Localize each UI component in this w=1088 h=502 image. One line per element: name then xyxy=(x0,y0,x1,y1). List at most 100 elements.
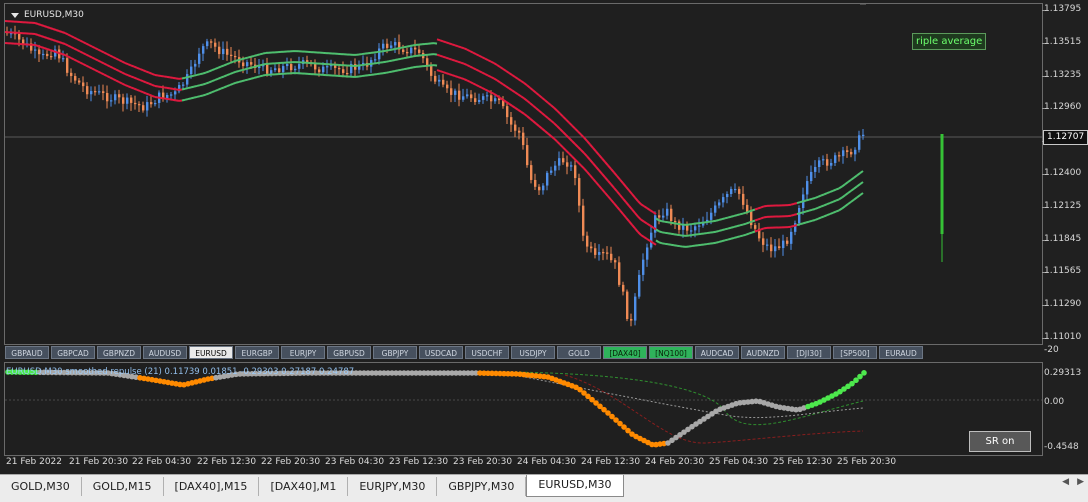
band-segment xyxy=(854,197,857,199)
band-segment xyxy=(44,37,47,38)
band-segment xyxy=(476,85,479,87)
band-segment xyxy=(632,225,635,229)
band-segment xyxy=(143,92,146,93)
band-segment xyxy=(95,48,98,50)
band-segment xyxy=(53,29,56,30)
symbol-button-eurusd[interactable]: EURUSD xyxy=(189,346,233,359)
indicator-legend-box[interactable]: riple average xyxy=(912,33,986,50)
symbol-button-gbpusd[interactable]: GBPUSD xyxy=(327,346,371,359)
candle-body xyxy=(214,43,216,47)
band-segment xyxy=(194,97,197,98)
band-segment xyxy=(638,217,641,220)
candle-body xyxy=(766,245,768,246)
chart-tab[interactable]: [DAX40],M1 xyxy=(259,477,348,496)
symbol-button-euraud[interactable]: EURAUD xyxy=(879,346,923,359)
chart-tab[interactable]: EURUSD,M30 xyxy=(526,475,623,497)
band-segment xyxy=(854,175,857,177)
band-segment xyxy=(848,180,851,182)
band-segment xyxy=(614,203,617,207)
band-segment xyxy=(149,95,152,96)
band-segment xyxy=(455,76,458,77)
band-segment xyxy=(473,68,476,70)
symbol-button-usdchf[interactable]: USDCHF xyxy=(465,346,509,359)
band-segment xyxy=(815,219,818,220)
band-segment xyxy=(455,45,458,46)
band-segment xyxy=(806,200,809,201)
band-segment xyxy=(65,33,68,35)
candle-body xyxy=(698,226,700,227)
symbol-button-gold[interactable]: GOLD xyxy=(557,346,601,359)
chart-tab[interactable]: EURJPY,M30 xyxy=(348,477,437,496)
chart-tab[interactable]: GOLD,M30 xyxy=(0,477,82,496)
band-segment xyxy=(233,61,236,62)
band-segment xyxy=(791,204,794,205)
band-segment xyxy=(803,212,806,213)
band-segment xyxy=(596,167,599,171)
symbol-button-gbpaud[interactable]: GBPAUD xyxy=(5,346,49,359)
band-segment xyxy=(806,222,809,223)
band-segment xyxy=(86,44,89,46)
sr-toggle-button[interactable]: SR on xyxy=(969,431,1031,452)
symbol-button-audcad[interactable]: AUDCAD xyxy=(695,346,739,359)
band-segment xyxy=(812,198,815,199)
band-segment xyxy=(197,74,200,75)
band-segment xyxy=(599,155,602,159)
symbol-button-gbpcad[interactable]: GBPCAD xyxy=(51,346,95,359)
band-segment xyxy=(800,201,803,202)
candle-body xyxy=(390,45,392,47)
band-segment xyxy=(86,55,89,57)
band-segment xyxy=(548,118,551,121)
chevron-right-icon[interactable]: ▶ xyxy=(1077,477,1084,487)
price-chart-pane[interactable]: EURUSD,M30 riple average xyxy=(4,3,1043,345)
band-segment xyxy=(545,100,548,103)
symbol-button-eurjpy[interactable]: EURJPY xyxy=(281,346,325,359)
band-segment xyxy=(590,175,593,179)
band-segment xyxy=(470,67,473,69)
symbol-button-usdjpy[interactable]: USDJPY xyxy=(511,346,555,359)
time-axis-label: 23 Feb 20:30 xyxy=(453,457,512,467)
symbol-button-audusd[interactable]: AUDUSD xyxy=(143,346,187,359)
symbol-button-nq100[interactable]: [NQ100] xyxy=(649,346,693,359)
candle-body xyxy=(222,49,224,54)
band-segment xyxy=(650,226,653,228)
symbol-button-usdcad[interactable]: USDCAD xyxy=(419,346,463,359)
chart-tab[interactable]: GOLD,M15 xyxy=(82,477,164,496)
chevron-left-icon[interactable]: ◀ xyxy=(1062,477,1069,487)
band-segment xyxy=(641,204,644,206)
price-chart-canvas[interactable] xyxy=(5,4,1042,344)
band-segment xyxy=(455,61,458,62)
symbol-button-dji30[interactable]: [DJI30] xyxy=(787,346,831,359)
time-axis-label: 24 Feb 20:30 xyxy=(645,457,704,467)
band-segment xyxy=(650,210,653,212)
symbol-button-sp500[interactable]: [SP500] xyxy=(833,346,877,359)
symbol-button-audnzd[interactable]: AUDNZD xyxy=(741,346,785,359)
band-segment xyxy=(239,81,242,82)
band-segment xyxy=(446,58,449,59)
band-segment xyxy=(467,80,470,82)
band-segment xyxy=(53,51,56,52)
candle-body xyxy=(546,173,548,186)
candle-body xyxy=(830,163,832,166)
candle-body xyxy=(142,105,144,110)
band-segment xyxy=(752,221,755,222)
band-segment xyxy=(623,183,626,187)
band-segment xyxy=(815,208,818,209)
chart-tab[interactable]: GBPJPY,M30 xyxy=(437,477,526,496)
band-segment xyxy=(860,193,863,195)
symbol-button-gbpjpy[interactable]: GBPJPY xyxy=(373,346,417,359)
price-axis-label: 1.11290 xyxy=(1044,299,1081,309)
band-segment xyxy=(614,188,617,192)
chart-tab[interactable]: [DAX40],M15 xyxy=(164,477,260,496)
symbol-button-gbpnzd[interactable]: GBPNZD xyxy=(97,346,141,359)
candle-body xyxy=(538,187,540,190)
oscillator-axis-label: 0.29313 xyxy=(1044,368,1081,378)
band-segment xyxy=(59,42,62,43)
triangle-down-icon[interactable] xyxy=(11,13,19,18)
band-segment xyxy=(554,123,557,126)
band-segment xyxy=(500,67,503,69)
symbol-button-dax40[interactable]: [DAX40] xyxy=(603,346,647,359)
band-segment xyxy=(527,85,530,88)
band-segment xyxy=(719,241,722,242)
band-segment xyxy=(587,172,590,176)
symbol-button-eurgbp[interactable]: EURGBP xyxy=(235,346,279,359)
